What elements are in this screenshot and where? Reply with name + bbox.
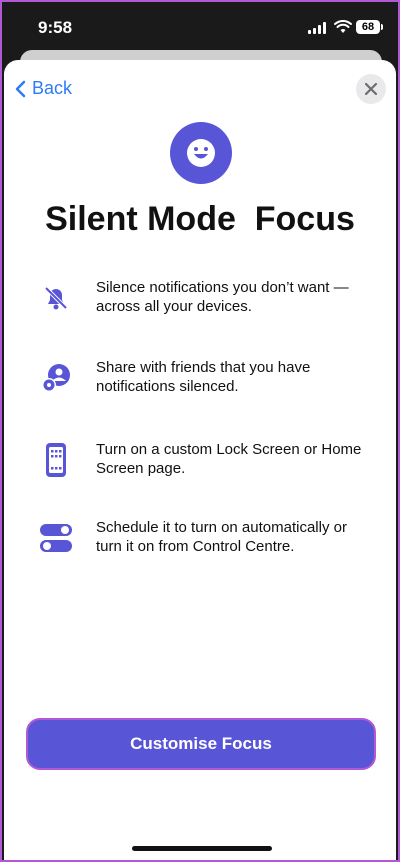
toggles-icon: [38, 520, 74, 556]
phone-screen: 9:58 68 Back Silent Mode Focus Silence n…: [0, 0, 400, 862]
back-label: Back: [32, 78, 73, 98]
chevron-left-icon: [15, 80, 26, 97]
back-button[interactable]: Back: [14, 78, 72, 99]
cellular-signal-icon: [308, 22, 326, 34]
feature-text: Turn on a custom Lock Screen or Home Scr…: [96, 441, 362, 477]
feature-item: Turn on a custom Lock Screen or Home Scr…: [38, 440, 368, 478]
bell-slash-icon: [38, 280, 74, 316]
feature-text: Schedule it to turn on automatically or …: [96, 519, 347, 555]
close-icon: [365, 83, 377, 95]
feature-text: Silence notifications you don’t want — a…: [96, 279, 349, 315]
status-bar: 9:58 68: [2, 2, 398, 52]
customise-focus-button[interactable]: Customise Focus: [26, 718, 376, 770]
battery-icon: 68: [356, 20, 380, 34]
home-indicator[interactable]: [132, 846, 272, 851]
page-title: Silent Mode Focus: [45, 200, 355, 238]
feature-text: Share with friends that you have notific…: [96, 359, 311, 395]
feature-item: Silence notifications you don’t want — a…: [38, 278, 368, 316]
focus-sheet: Back Silent Mode Focus Silence notificat…: [4, 60, 396, 860]
battery-nub: [381, 24, 383, 30]
close-button[interactable]: [356, 74, 386, 104]
status-time: 9:58: [38, 18, 73, 37]
phone-screen-icon: [38, 442, 74, 478]
feature-item: Share with friends that you have notific…: [38, 358, 368, 396]
smiley-icon: [170, 122, 232, 184]
wifi-icon: [334, 20, 352, 33]
feature-item: Schedule it to turn on automatically or …: [38, 518, 368, 556]
share-person-icon: [38, 360, 74, 396]
